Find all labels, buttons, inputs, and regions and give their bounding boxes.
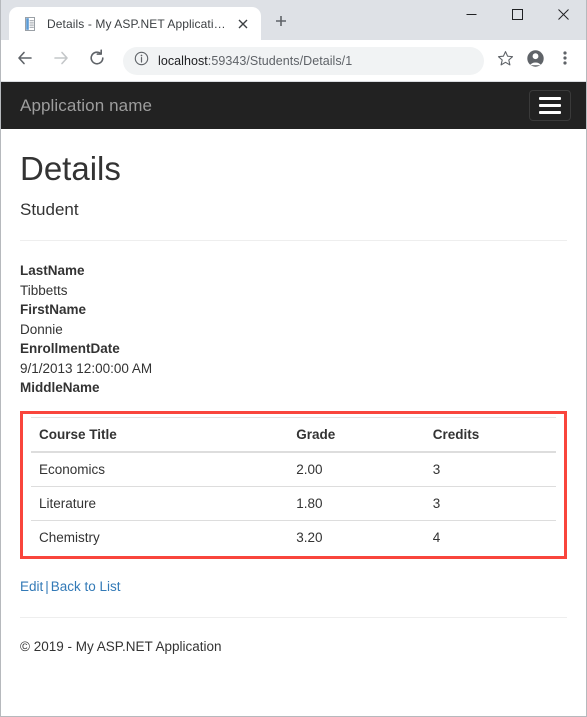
table-header-row: Course Title Grade Credits <box>31 416 556 453</box>
column-header-grade: Grade <box>288 416 425 453</box>
cell-credits: 3 <box>424 485 556 521</box>
table-row: Economics 2.00 3 <box>31 451 556 487</box>
cell-course-title: Literature <box>31 485 289 521</box>
new-tab-button[interactable] <box>267 9 295 37</box>
address-bar-text: localhost:59343/Students/Details/1 <box>158 54 352 68</box>
cell-grade: 3.20 <box>288 519 425 554</box>
url-host: localhost <box>158 53 208 68</box>
enrollments-table: Course Title Grade Credits Economics 2.0… <box>31 416 556 554</box>
profile-avatar-icon <box>526 49 545 73</box>
link-separator: | <box>45 578 49 594</box>
hamburger-bar <box>539 111 561 114</box>
browser-toolbar: localhost:59343/Students/Details/1 <box>1 40 586 82</box>
table-body: Economics 2.00 3 Literature 1.80 3 Chemi… <box>31 451 556 554</box>
forward-arrow-icon <box>52 49 70 72</box>
cell-course-title: Economics <box>31 451 289 487</box>
section-divider <box>20 239 567 241</box>
page-content: Application name Details Student LastNam… <box>1 82 586 716</box>
content-container: Details Student LastName Tibbetts FirstN… <box>1 150 586 654</box>
table-head: Course Title Grade Credits <box>31 416 556 453</box>
page-title: Details <box>20 150 121 187</box>
footer-divider <box>20 616 567 618</box>
back-arrow-icon <box>16 49 34 72</box>
page-subtitle: Student <box>20 200 79 220</box>
tab-close-icon[interactable] <box>234 15 252 33</box>
bookmark-button[interactable] <box>491 47 519 75</box>
forward-button <box>46 46 76 76</box>
table-row: Literature 1.80 3 <box>31 485 556 521</box>
site-navbar: Application name <box>1 82 586 129</box>
three-dots-menu-icon <box>563 50 567 71</box>
field-label: EnrollmentDate <box>20 341 120 357</box>
table-row: Chemistry 3.20 4 <box>31 519 556 554</box>
hamburger-menu-icon[interactable] <box>529 90 571 121</box>
reload-button[interactable] <box>82 46 112 76</box>
field-label: MiddleName <box>20 380 100 396</box>
maximize-button[interactable] <box>494 0 540 32</box>
cell-credits: 4 <box>424 519 556 554</box>
browser-menu-button[interactable] <box>551 47 579 75</box>
window-close-button[interactable] <box>540 0 586 32</box>
field-value <box>20 398 567 404</box>
star-icon <box>497 50 514 72</box>
edit-link[interactable]: Edit <box>20 579 43 594</box>
profile-button[interactable] <box>521 47 549 75</box>
field-label: LastName <box>20 262 85 278</box>
field-value: Donnie <box>20 321 63 337</box>
enrollments-highlight-box: Course Title Grade Credits Economics 2.0… <box>20 410 567 559</box>
field-label: FirstName <box>20 302 87 318</box>
browser-window: Details - My ASP.NET Application localho… <box>0 0 587 717</box>
plus-icon <box>275 14 287 32</box>
cell-grade: 1.80 <box>288 485 425 521</box>
hamburger-bar <box>539 104 561 107</box>
tab-strip: Details - My ASP.NET Application <box>1 0 586 40</box>
cell-credits: 3 <box>424 451 556 487</box>
navbar-brand[interactable]: Application name <box>20 96 152 116</box>
maximize-icon <box>511 7 523 25</box>
browser-tab[interactable]: Details - My ASP.NET Application <box>9 7 261 40</box>
field-value: Tibbetts <box>20 282 68 298</box>
info-circle-icon[interactable] <box>134 51 149 71</box>
document-icon <box>22 16 38 32</box>
footer-copyright: © 2019 - My ASP.NET Application <box>20 638 222 654</box>
close-icon <box>557 7 569 25</box>
column-header-credits: Credits <box>424 416 556 453</box>
tab-title: Details - My ASP.NET Application <box>47 16 226 31</box>
cell-course-title: Chemistry <box>31 519 289 554</box>
hamburger-bar <box>539 97 561 100</box>
column-header-course-title: Course Title <box>31 416 289 453</box>
minimize-icon <box>466 7 477 25</box>
student-details-list: LastName Tibbetts FirstName Donnie Enrol… <box>20 261 567 404</box>
minimize-button[interactable] <box>448 0 494 32</box>
url-path: :59343/Students/Details/1 <box>207 53 353 68</box>
reload-icon <box>88 49 106 72</box>
action-links: Edit | Back to List <box>20 579 567 594</box>
window-controls <box>448 0 586 32</box>
back-to-list-link[interactable]: Back to List <box>51 579 121 594</box>
cell-grade: 2.00 <box>288 451 425 487</box>
back-button[interactable] <box>10 46 40 76</box>
field-value: 9/1/2013 12:00:00 AM <box>20 360 153 376</box>
address-bar[interactable]: localhost:59343/Students/Details/1 <box>123 46 484 75</box>
